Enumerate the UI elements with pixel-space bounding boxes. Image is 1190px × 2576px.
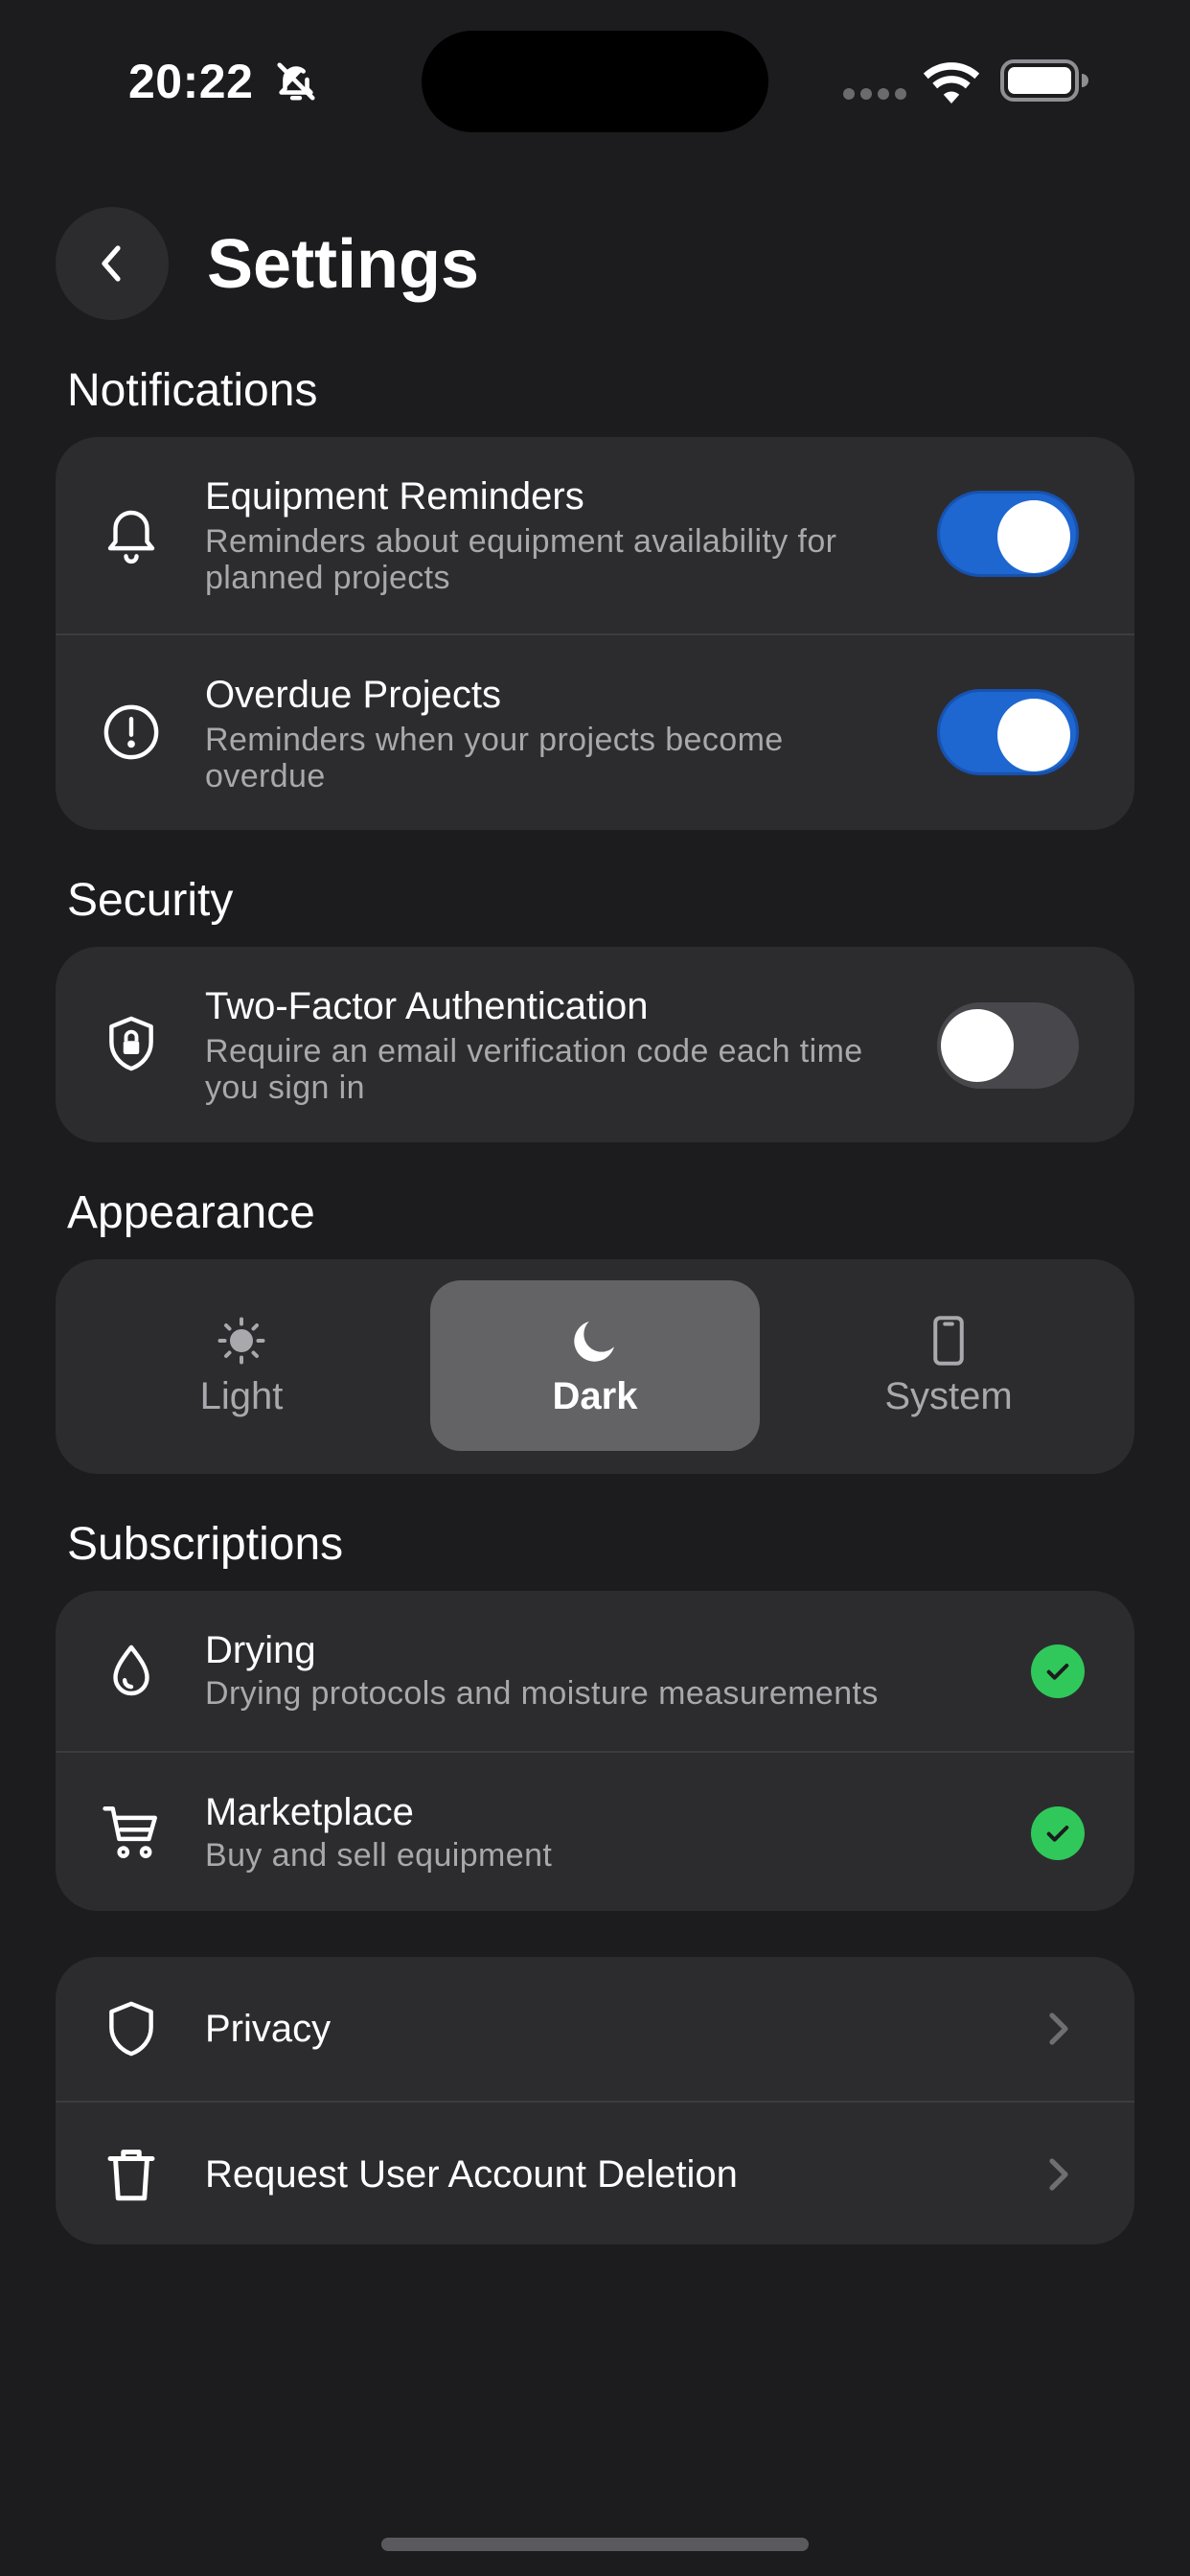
toggle-knob [997,699,1070,771]
back-button[interactable] [56,207,169,320]
subscription-row-drying: Drying Drying protocols and moisture mea… [56,1591,1134,1751]
sun-icon [217,1317,265,1365]
notifications-card: Equipment Reminders Reminders about equi… [56,437,1134,830]
check-icon [1031,1644,1085,1698]
appearance-option-light[interactable]: Light [77,1280,406,1451]
section-title-appearance: Appearance [67,1187,315,1238]
row-title: Drying [205,1629,316,1671]
status-bar: 20:22 [0,0,1190,144]
row-title: Two-Factor Authentication [205,985,649,1027]
appearance-option-dark[interactable]: Dark [430,1280,760,1451]
cart-icon [103,1806,157,1858]
notification-row-equipment-reminders: Equipment Reminders Reminders about equi… [56,437,1134,633]
notification-row-overdue-projects: Overdue Projects Reminders when your pro… [56,633,1134,830]
chevron-right-icon [1049,2012,1068,2045]
links-card: Privacy Request User Account Deletion [56,1957,1134,2244]
shield-icon [109,2001,153,2057]
subscriptions-card: Drying Drying protocols and moisture mea… [56,1591,1134,1911]
appearance-option-label: System [884,1375,1013,1417]
appearance-option-system[interactable]: System [784,1280,1113,1451]
shield-lock-icon [109,1016,153,1071]
dynamic-island [422,31,768,132]
bell-off-icon [277,62,315,101]
toggle-knob [997,500,1070,573]
moon-icon [574,1322,614,1362]
privacy-row[interactable]: Privacy [56,1957,1134,2101]
page-title: Settings [207,226,480,303]
equipment-reminders-toggle[interactable] [937,491,1079,577]
trash-icon [107,2150,155,2201]
toggle-knob [941,1009,1014,1082]
droplet-icon [113,1644,149,1696]
bell-icon [107,510,155,564]
security-card: Two-Factor Authentication Require an ema… [56,947,1134,1142]
cellular-signal-icon [843,88,906,100]
row-subtitle: Reminders when your projects become over… [205,722,784,794]
wifi-icon [923,62,980,104]
subscription-row-marketplace: Marketplace Buy and sell equipment [56,1751,1134,1911]
section-title-notifications: Notifications [67,365,318,416]
row-subtitle: Buy and sell equipment [205,1837,553,1874]
check-icon [1031,1806,1085,1860]
settings-screen: 20:22 Settings Notifications Equipment R… [0,0,1190,2576]
chevron-right-icon [1049,2158,1068,2191]
row-label: Privacy [205,2008,332,2050]
account-deletion-row[interactable]: Request User Account Deletion [56,2101,1134,2244]
alert-circle-icon [103,704,159,760]
appearance-option-label: Dark [552,1375,638,1417]
section-title-subscriptions: Subscriptions [67,1519,344,1570]
row-subtitle: Reminders about equipment availability f… [205,523,837,596]
phone-icon [933,1316,964,1366]
appearance-segmented-control: Light Dark System [56,1259,1134,1474]
row-title: Marketplace [205,1791,414,1833]
security-row-two-factor: Two-Factor Authentication Require an ema… [56,947,1134,1142]
row-subtitle: Require an email verification code each … [205,1033,863,1106]
overdue-projects-toggle[interactable] [937,689,1079,775]
home-indicator [381,2538,809,2551]
row-label: Request User Account Deletion [205,2153,738,2196]
section-title-security: Security [67,875,234,926]
two-factor-toggle[interactable] [937,1002,1079,1089]
appearance-option-label: Light [199,1375,284,1417]
battery-icon [1000,59,1088,102]
row-subtitle: Drying protocols and moisture measuremen… [205,1675,879,1712]
chevron-left-icon [102,245,121,282]
status-time: 20:22 [128,55,254,108]
row-title: Equipment Reminders [205,475,584,518]
row-title: Overdue Projects [205,674,502,716]
